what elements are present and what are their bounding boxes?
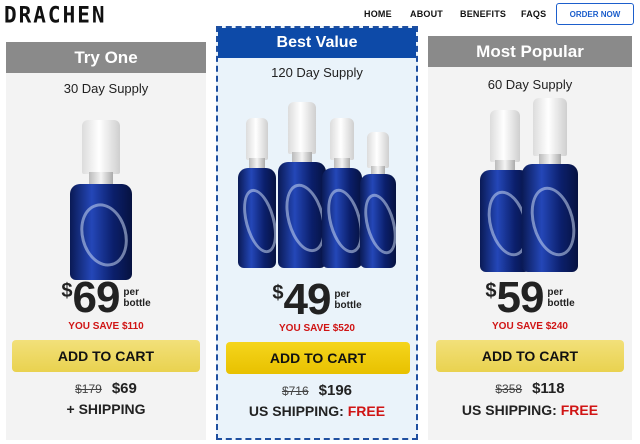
product-image [6, 100, 206, 280]
you-save-text: YOU SAVE $240 [492, 321, 568, 332]
offer-supply: 120 Day Supply [271, 65, 363, 80]
offer-card-best-value: Best Value 120 Day Supply $ 49 per bottle… [216, 26, 418, 440]
you-save-text: YOU SAVE $110 [68, 321, 144, 332]
product-image [428, 98, 632, 278]
nav-about[interactable]: ABOUT [410, 9, 443, 19]
original-total: $358 [495, 382, 523, 396]
discounted-total: $196 [318, 382, 353, 399]
bottle [70, 120, 132, 280]
discounted-total: $118 [532, 380, 565, 397]
product-image [218, 98, 416, 278]
shipping-info: + SHIPPING [66, 401, 146, 417]
price-amount: 59 [496, 273, 544, 322]
bottle [278, 102, 326, 268]
add-to-cart-button[interactable]: ADD TO CART [436, 340, 624, 372]
unit-price: $ 49 per bottle [272, 275, 362, 324]
brand-logo[interactable]: DRACHEN [4, 2, 107, 27]
offer-card-most-popular: Most Popular 60 Day Supply $ 59 per bottl… [428, 36, 632, 440]
nav-home[interactable]: HOME [364, 9, 392, 19]
add-to-cart-button[interactable]: ADD TO CART [226, 342, 410, 374]
bottle [322, 118, 362, 268]
order-total: $358 $118 [428, 380, 632, 397]
shipping-info: US SHIPPING: FREE [461, 402, 599, 418]
nav-faqs[interactable]: FAQS [521, 9, 546, 19]
order-total: $716 $196 [218, 382, 416, 399]
bottle [238, 118, 276, 268]
order-total: $179 $69 [6, 380, 206, 397]
offer-banner: Try One [6, 42, 206, 73]
add-to-cart-button[interactable]: ADD TO CART [12, 340, 200, 372]
nav-benefits[interactable]: BENEFITS [460, 9, 506, 19]
offer-card-try-one: Try One 30 Day Supply $ 69 per bottle YOU… [6, 42, 206, 440]
offer-banner: Best Value [218, 28, 416, 58]
bottle [522, 98, 578, 272]
shipping-info: US SHIPPING: FREE [248, 403, 386, 419]
price-amount: 69 [72, 273, 120, 322]
unit-price: $ 69 per bottle [61, 273, 151, 322]
offer-banner: Most Popular [428, 36, 632, 67]
price-amount: 49 [283, 275, 331, 324]
discounted-total: $69 [111, 380, 137, 397]
you-save-text: YOU SAVE $520 [279, 323, 355, 334]
offer-supply: 30 Day Supply [63, 81, 149, 96]
offer-supply: 60 Day Supply [487, 77, 573, 92]
original-total: $716 [281, 384, 309, 398]
original-total: $179 [75, 382, 102, 396]
bottle [360, 132, 396, 268]
order-now-button[interactable]: ORDER NOW [556, 3, 634, 25]
unit-price: $ 59 per bottle [485, 273, 575, 322]
